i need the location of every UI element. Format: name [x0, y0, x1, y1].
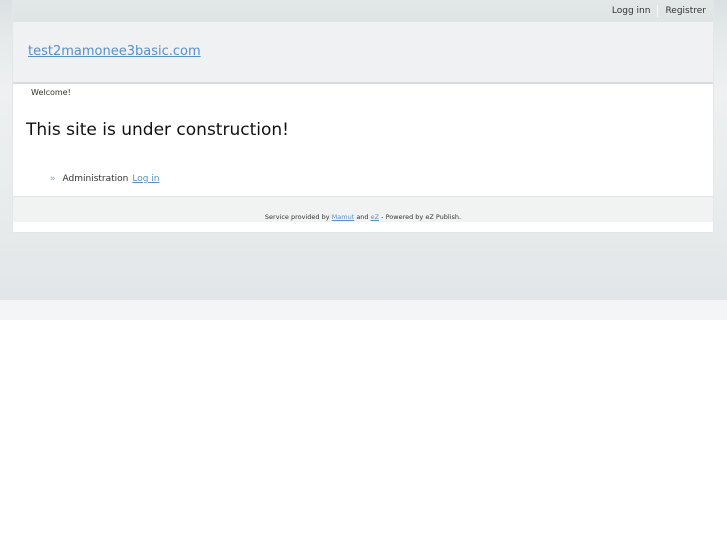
welcome-text: Welcome! — [31, 88, 71, 97]
register-link[interactable]: Registrer — [658, 5, 713, 17]
footer-mamut-link[interactable]: Mamut — [332, 213, 355, 221]
page-background-band — [0, 300, 727, 320]
page-title: This site is under construction! — [26, 120, 289, 140]
footer-service-prefix: Service provided by — [264, 213, 330, 221]
double-chevron-right-icon: » — [50, 174, 56, 184]
footer-powered-text: - Powered by eZ Publish. — [381, 213, 462, 221]
footer-text: Service provided by Mamut and eZ - Power… — [13, 213, 713, 222]
login-link[interactable]: Logg inn — [605, 5, 658, 17]
site-footer: Service provided by Mamut and eZ - Power… — [13, 196, 713, 223]
admin-list-item: » Administration Log in — [50, 174, 160, 184]
admin-label: Administration — [62, 174, 129, 184]
footer-and-text: and — [356, 213, 369, 221]
footer-ez-link[interactable]: eZ — [371, 213, 379, 221]
top-navigation-bar: Logg inn Registrer — [13, 0, 713, 22]
site-header: test2mamonee3basic.com — [13, 22, 713, 84]
site-name-link[interactable]: test2mamonee3basic.com — [28, 44, 201, 59]
page-container: Logg inn Registrer test2mamonee3basic.co… — [13, 0, 713, 232]
admin-login-link[interactable]: Log in — [132, 174, 159, 184]
footer-bottom-strip — [13, 222, 713, 232]
